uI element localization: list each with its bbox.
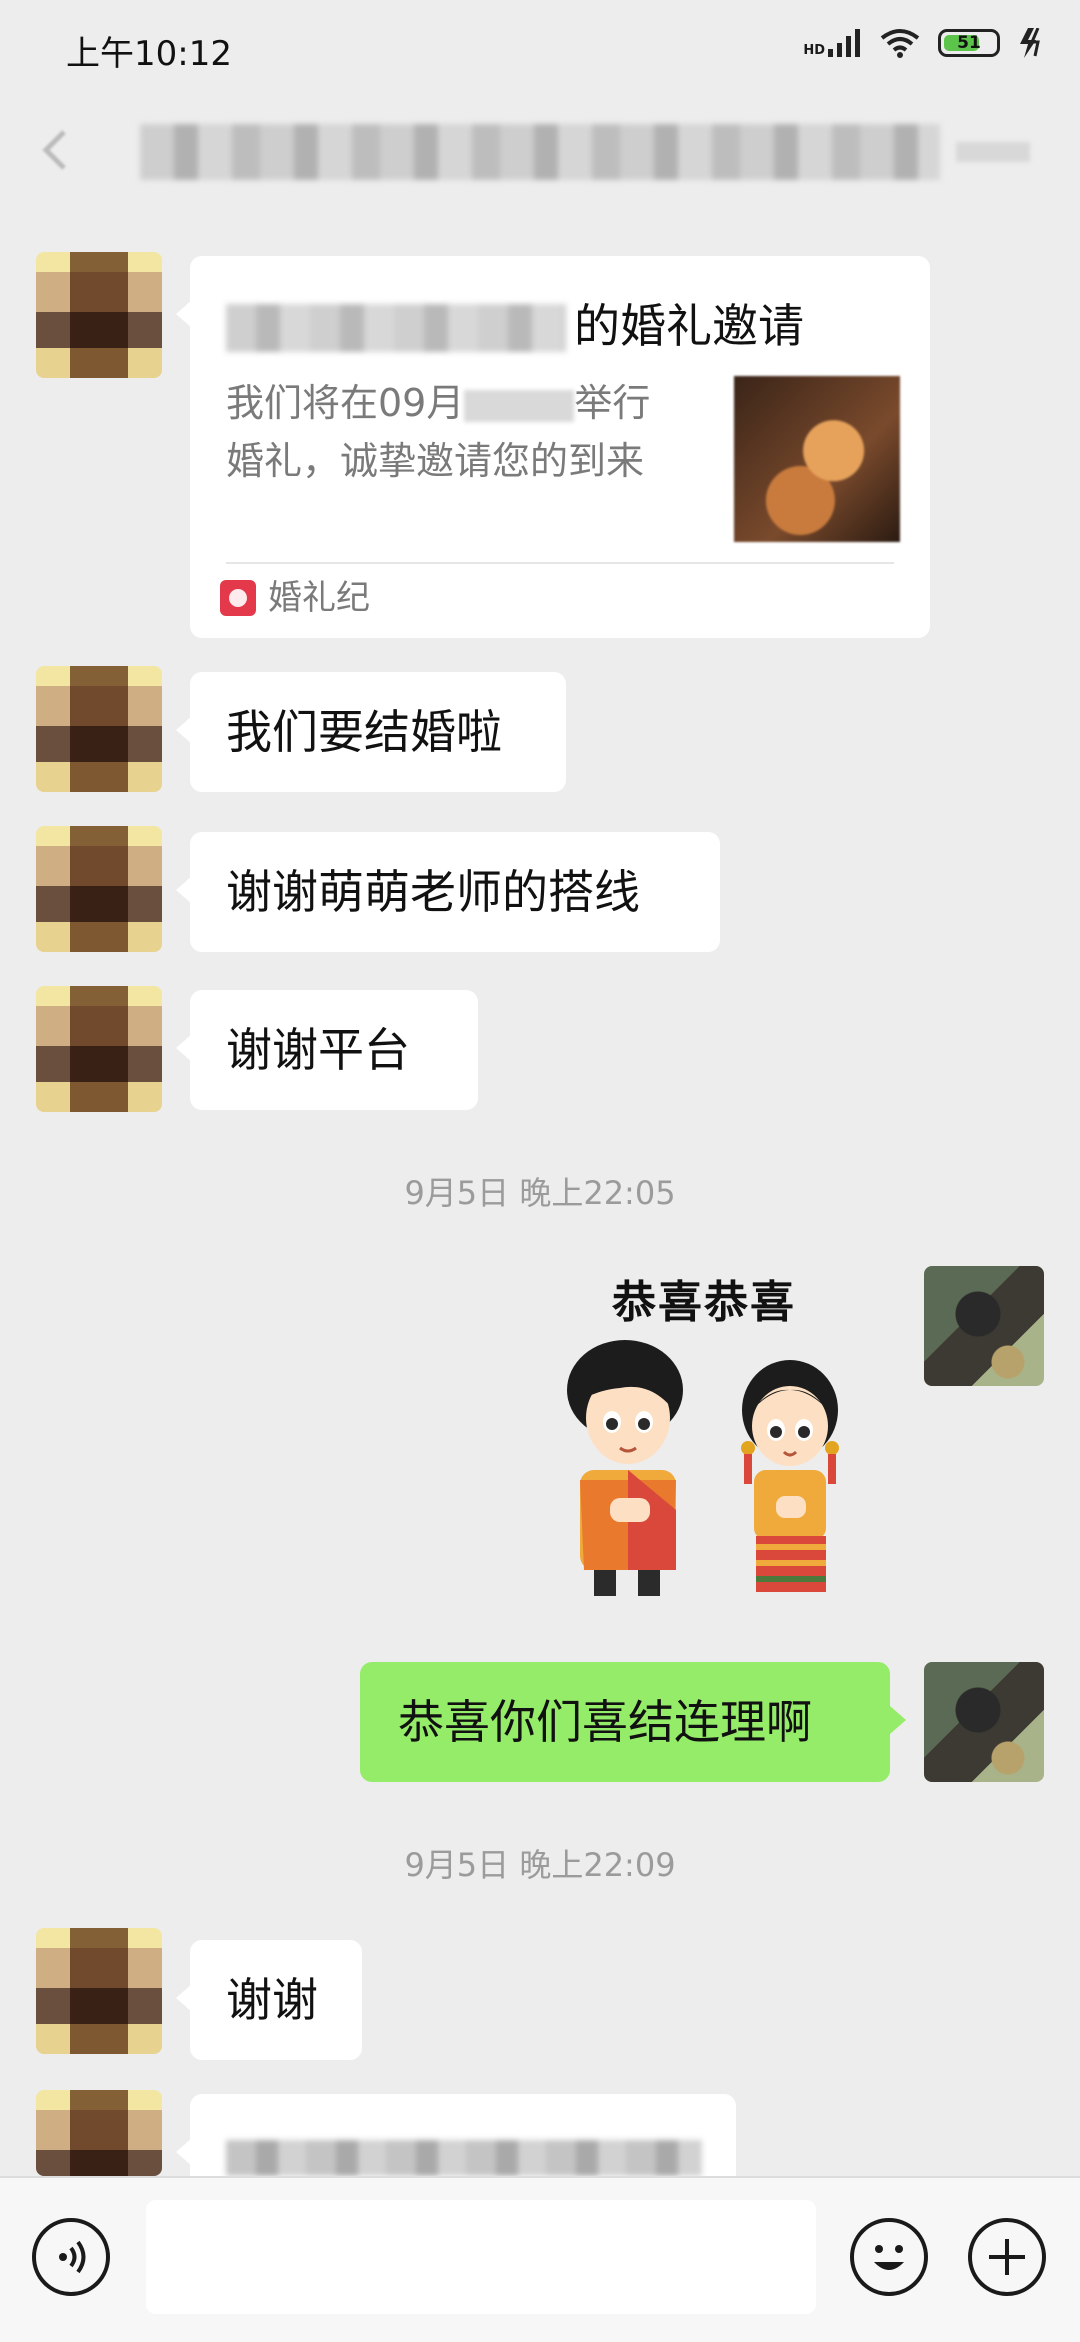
title-extra-redacted (956, 142, 1030, 162)
invite-desc-prefix: 我们将在09月 (226, 381, 465, 425)
avatar[interactable] (36, 252, 162, 378)
message-text: 我们要结婚啦 (226, 705, 502, 759)
redacted-names (226, 304, 566, 352)
avatar[interactable] (36, 986, 162, 1112)
message-bubble-self[interactable]: 恭喜你们喜结连理啊 (360, 1662, 906, 1782)
status-icons: HD 51 (803, 28, 1046, 58)
status-time: 上午10:12 (66, 34, 232, 74)
invite-desc-line2: 婚礼，诚挚邀请您的到来 (226, 439, 645, 483)
chat-title-redacted[interactable] (140, 124, 940, 180)
message-text: 恭喜你们喜结连理啊 (398, 1695, 812, 1749)
more-button[interactable] (968, 2218, 1046, 2296)
timestamp: 9月5日 晚上22:05 (404, 1174, 676, 1212)
message-bubble[interactable]: 谢谢平台 (176, 990, 478, 1110)
avatar[interactable] (36, 666, 162, 792)
avatar-self[interactable] (924, 1266, 1044, 1386)
invite-thumbnail (734, 376, 900, 542)
redacted-date (464, 389, 575, 422)
message-bubble[interactable]: 我们要结婚啦 (176, 672, 566, 792)
timestamp: 9月5日 晚上22:09 (404, 1846, 676, 1884)
signal-icon: HD (803, 29, 862, 57)
avatar[interactable] (36, 2090, 162, 2176)
voice-button[interactable] (32, 2218, 110, 2296)
avatar[interactable] (36, 826, 162, 952)
divider (226, 562, 894, 564)
sticker-caption: 恭喜恭喜 (612, 1277, 796, 1328)
redacted-message (226, 2140, 702, 2176)
congratulations-sticker[interactable] (540, 1330, 880, 1630)
message-text: 谢谢平台 (226, 1023, 410, 1077)
emoji-icon (874, 2245, 904, 2270)
network-label: HD (803, 43, 825, 58)
app-logo-icon (220, 580, 256, 616)
charging-icon (1020, 28, 1040, 58)
invite-description: 我们将在09月 举行 婚礼，诚挚邀请您的到来 (226, 374, 696, 490)
wifi-icon (880, 29, 920, 58)
message-bubble[interactable] (176, 2094, 736, 2176)
message-text: 谢谢萌萌老师的搭线 (226, 865, 640, 919)
message-bubble[interactable]: 谢谢 (176, 1940, 362, 2060)
wedding-invite-card[interactable]: 的婚礼邀请 我们将在09月 举行 婚礼，诚挚邀请您的到来 婚礼纪 (176, 256, 930, 638)
back-icon[interactable] (34, 128, 78, 172)
battery-level: 51 (957, 33, 981, 53)
message-text: 谢谢 (226, 1973, 318, 2027)
message-input[interactable] (146, 2200, 816, 2314)
avatar[interactable] (36, 1928, 162, 2054)
plus-icon (989, 2239, 1025, 2275)
message-bubble[interactable]: 谢谢萌萌老师的搭线 (176, 832, 720, 952)
voice-icon (59, 2240, 86, 2274)
emoji-button[interactable] (850, 2218, 928, 2296)
invite-title: 的婚礼邀请 (574, 299, 804, 353)
battery-icon: 51 (938, 29, 1000, 57)
source-app-name: 婚礼纪 (268, 578, 370, 618)
avatar-self[interactable] (924, 1662, 1044, 1782)
invite-desc-suffix: 举行 (574, 381, 651, 425)
